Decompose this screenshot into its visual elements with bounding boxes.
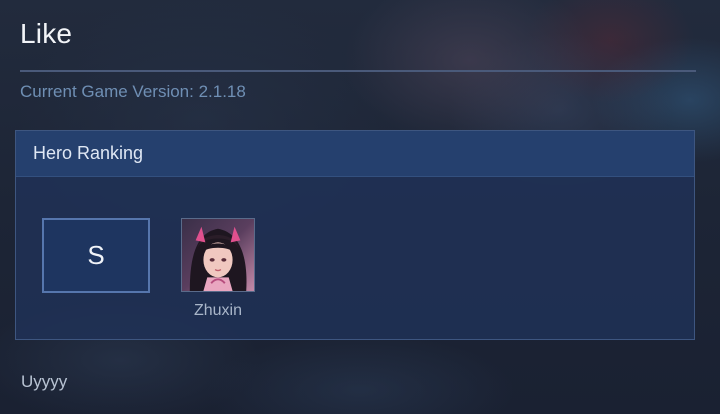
hero-card-zhuxin[interactable]: Zhuxin	[181, 218, 255, 320]
title-divider	[20, 70, 696, 72]
hero-ranking-header: Hero Ranking	[16, 131, 694, 177]
tier-label: S	[87, 240, 105, 270]
hero-ranking-panel: Hero Ranking S Zhuxin	[15, 130, 695, 340]
page-title: Like	[20, 18, 73, 49]
hero-portrait-icon	[181, 218, 255, 292]
game-version-label: Current Game Version: 2.1.18	[20, 82, 246, 101]
hero-name: Zhuxin	[193, 302, 243, 319]
footer-text: Uyyyy	[21, 372, 68, 391]
tier-badge: S	[42, 218, 150, 293]
